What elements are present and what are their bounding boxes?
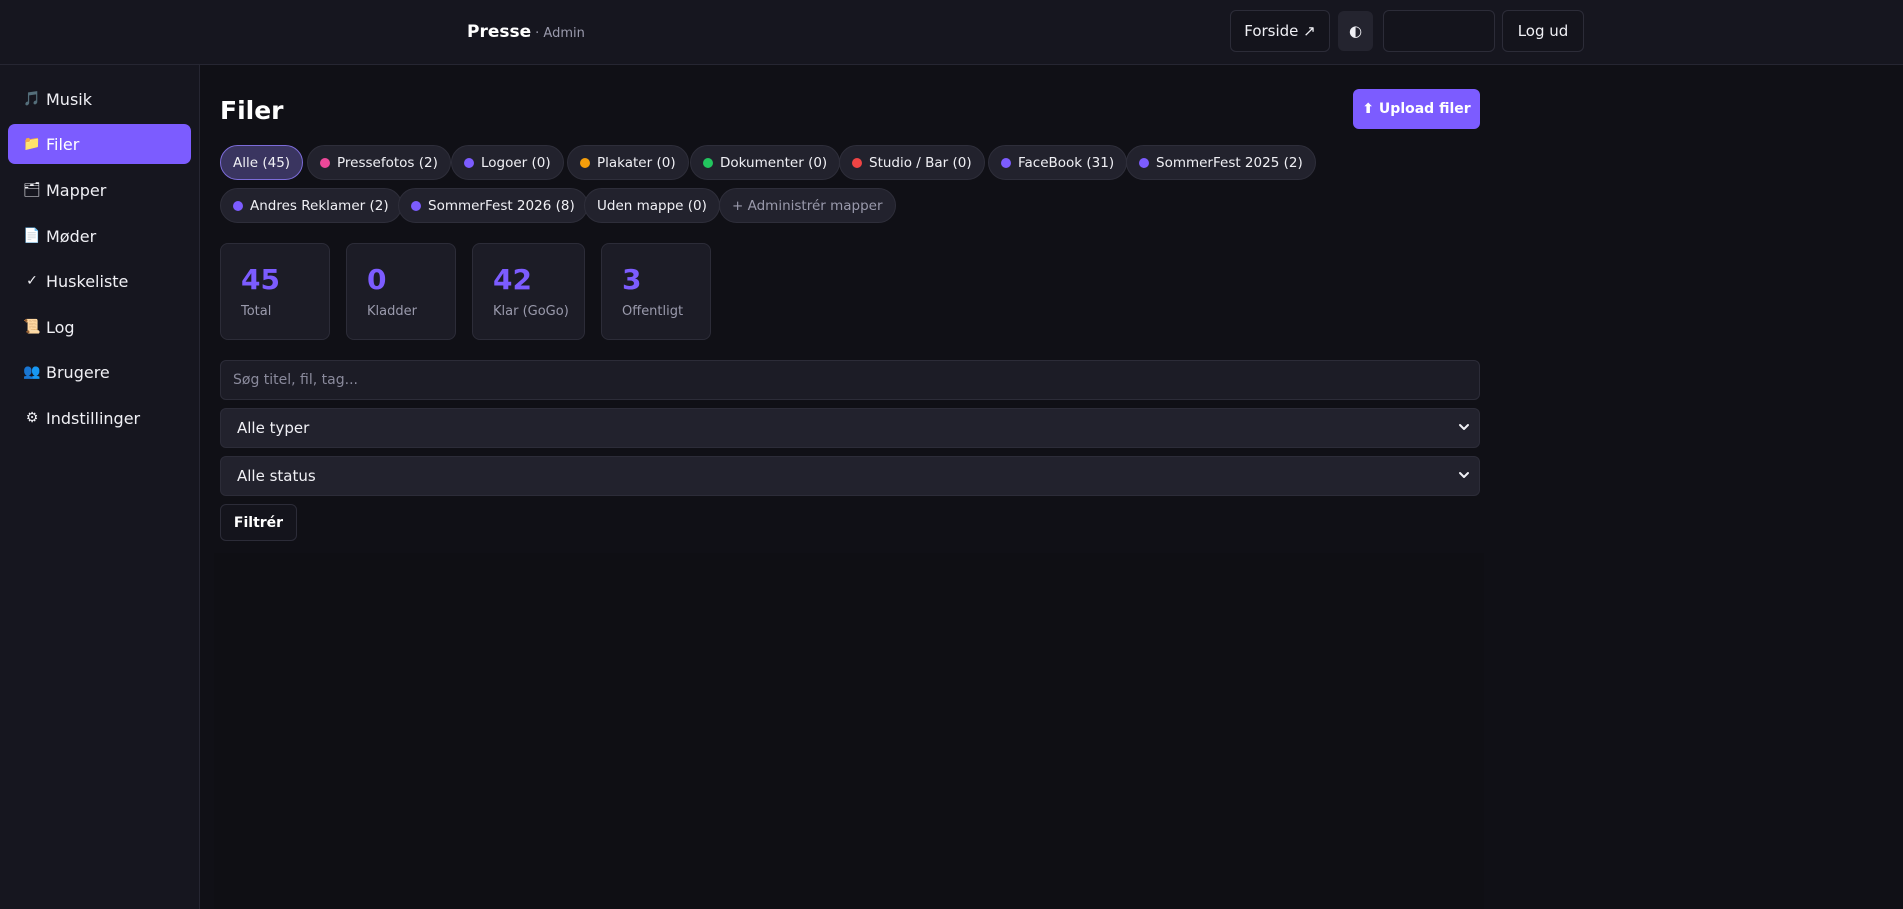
stat-card-klar: 42 Klar (GoGo) [472,243,585,340]
folder-chip-sommerfest-2025[interactable]: SommerFest 2025 (2) [1126,145,1316,180]
status-select[interactable]: Alle status [220,456,1480,496]
search-input[interactable] [220,360,1480,400]
user-button[interactable] [1383,10,1495,52]
chip-label: Pressefotos (2) [337,154,438,171]
chip-label: Uden mappe (0) [597,197,707,214]
contrast-icon: ◐ [1348,22,1363,40]
chip-label: Studio / Bar (0) [869,154,972,171]
filter-button[interactable]: Filtrér [220,504,297,541]
folder-chip-logoer[interactable]: Logoer (0) [451,145,564,180]
sidebar-item-brugere[interactable]: 👥 Brugere [8,352,191,392]
folder-chip-uden-mappe[interactable]: Uden mappe (0) [584,188,720,223]
chip-label: FaceBook (31) [1018,154,1115,171]
folder-chip-alle[interactable]: Alle (45) [220,145,304,180]
sidebar-item-moeder[interactable]: 📄 Møder [8,216,191,256]
stat-value: 42 [493,263,532,296]
type-select-value: Alle typer [237,419,310,437]
folder-chip-andres-reklamer[interactable]: Andres Reklamer (2) [220,188,402,223]
folder-color-dot [1001,157,1011,168]
sidebar-item-mapper[interactable]: 🗂 Mapper [8,170,191,210]
sidebar-item-filer[interactable]: 📁 Filer [8,124,191,164]
folder-color-dot [703,157,713,168]
folder-color-dot [852,157,862,168]
folder-color-dot [320,157,330,168]
users-icon: 👥 [23,364,41,380]
folder-color-dot [580,157,590,168]
chip-label: + Administrér mapper [732,197,883,214]
chip-label: Logoer (0) [481,154,551,171]
sidebar-item-label: Log [46,317,75,337]
chip-label: SommerFest 2026 (8) [428,197,575,214]
stat-card-kladder: 0 Kladder [346,243,456,340]
folder-chip-studio-bar[interactable]: Studio / Bar (0) [839,145,985,180]
sidebar-item-label: Møder [46,226,97,246]
sidebar-item-label: Brugere [46,362,110,382]
sidebar-item-indstillinger[interactable]: ⚙ Indstillinger [8,398,191,438]
folder-chip-facebook[interactable]: FaceBook (31) [988,145,1128,180]
manage-folders-button[interactable]: + Administrér mapper [719,188,896,223]
logout-button[interactable]: Log ud [1502,10,1584,52]
stat-value: 0 [367,263,387,296]
gear-icon: ⚙ [25,410,39,426]
stat-card-total: 45 Total [220,243,330,340]
sidebar-item-musik[interactable]: 🎵 Musik [8,79,191,119]
document-icon: 📄 [23,228,41,244]
chevron-down-icon [1459,424,1469,430]
sidebar: 🎵 Musik 📁 Filer 🗂 Mapper 📄 Møder ✓ Huske… [0,65,200,909]
stat-label: Klar (GoGo) [493,304,569,319]
folder-color-dot [464,157,474,168]
status-select-value: Alle status [237,467,316,485]
sidebar-item-label: Huskeliste [46,271,129,291]
chip-label: SommerFest 2025 (2) [1156,154,1303,171]
sidebar-item-label: Indstillinger [46,408,141,428]
page-title: Filer [220,96,284,125]
brand-subtitle: · Admin [535,26,585,41]
results-area [214,553,1484,909]
folder-color-dot [1139,157,1149,168]
sidebar-item-label: Musik [46,89,92,109]
scroll-icon: 📜 [23,319,41,335]
chevron-down-icon [1459,472,1469,478]
stat-label: Offentligt [622,304,684,319]
forside-button[interactable]: Forside ↗ [1230,10,1330,52]
upload-files-button[interactable]: ⬆ Upload filer [1353,89,1480,129]
checkmark-icon: ✓ [26,273,38,289]
chip-label: Dokumenter (0) [720,154,828,171]
stat-value: 3 [622,263,642,296]
chip-label: Alle (45) [233,154,291,171]
folder-color-dot [411,200,421,211]
folder-chip-dokumenter[interactable]: Dokumenter (0) [690,145,841,180]
sidebar-item-label: Filer [46,134,80,154]
brand[interactable]: Presse · Admin [467,22,585,42]
top-bar: Presse · Admin Forside ↗ ◐ Log ud [0,0,1903,65]
brand-name: Presse [467,22,532,42]
type-select[interactable]: Alle typer [220,408,1480,448]
stat-value: 45 [241,263,280,296]
folder-icon: 📁 [23,136,41,152]
music-icon: 🎵 [23,91,41,107]
folder-color-dot [233,200,243,211]
stat-label: Total [241,304,272,319]
sidebar-item-huskeliste[interactable]: ✓ Huskeliste [8,261,191,301]
sidebar-item-label: Mapper [46,180,107,200]
folder-chip-sommerfest-2026[interactable]: SommerFest 2026 (8) [398,188,588,223]
stat-card-offentligt: 3 Offentligt [601,243,711,340]
sidebar-item-log[interactable]: 📜 Log [8,307,191,347]
theme-toggle-button[interactable]: ◐ [1338,11,1373,51]
chip-label: Plakater (0) [597,154,676,171]
chip-label: Andres Reklamer (2) [250,197,389,214]
folders-icon: 🗂 [23,182,41,198]
folder-chip-plakater[interactable]: Plakater (0) [567,145,689,180]
folder-chip-pressefotos[interactable]: Pressefotos (2) [307,145,451,180]
stat-label: Kladder [367,304,417,319]
